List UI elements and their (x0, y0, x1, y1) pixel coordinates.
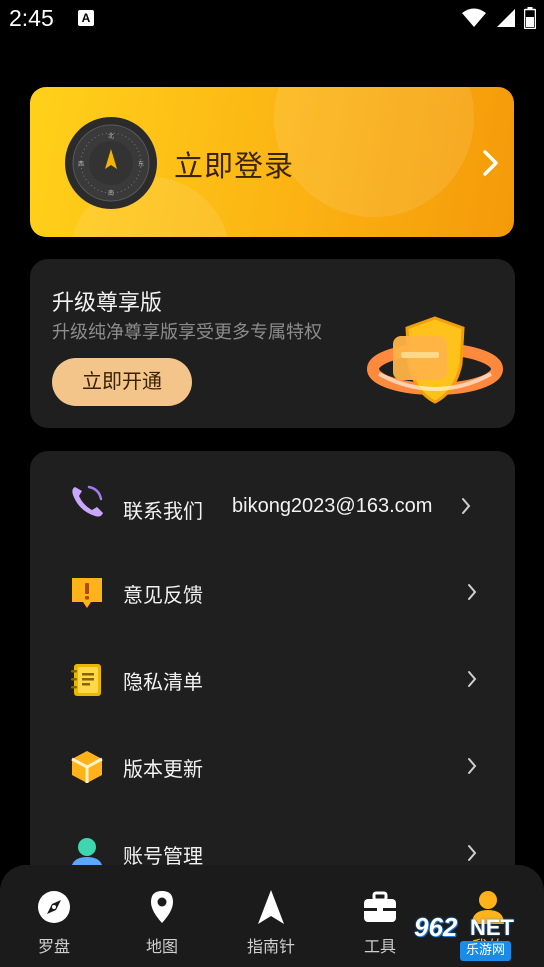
nav-label: 指南针 (246, 937, 295, 956)
login-title: 立即登录 (174, 149, 295, 183)
box-icon (71, 751, 103, 783)
watermark-logo: 962 NET 乐游网 (404, 910, 540, 964)
chevron-right-icon (468, 671, 477, 687)
battery-icon (524, 7, 536, 29)
toolbox-icon (364, 891, 396, 922)
contact-email: bikong2023@163.com (232, 495, 433, 517)
svg-text:东: 东 (138, 160, 144, 168)
menu-label: 隐私清单 (123, 670, 203, 694)
menu-label: 意见反馈 (123, 583, 203, 607)
watermark-brand: 962 (414, 912, 458, 942)
status-bar: 2:45 A ! (0, 0, 544, 38)
settings-menu: 联系我们 bikong2023@163.com 意见反馈 隐私清单 版本更新 账… (30, 451, 515, 881)
chevron-right-icon (468, 584, 477, 600)
notebook-icon (71, 664, 101, 696)
chevron-right-icon (462, 498, 471, 514)
feedback-icon (72, 578, 102, 608)
vip-shield-icon (367, 316, 503, 404)
menu-label: 版本更新 (123, 757, 203, 781)
nav-tab-compass[interactable]: 罗盘 (0, 865, 108, 967)
nav-label: 罗盘 (37, 937, 70, 956)
signal-icon: ! (497, 9, 515, 27)
login-card[interactable]: 北 南 西 东 立即登录 (30, 87, 514, 237)
menu-label: 联系我们 (123, 499, 203, 523)
wifi-icon (462, 8, 486, 27)
menu-item-feedback[interactable]: 意见反馈 (30, 543, 515, 629)
chevron-right-icon (483, 150, 498, 176)
svg-text:南: 南 (108, 189, 114, 197)
status-icons: ! (462, 7, 536, 29)
premium-subtitle: 升级纯净尊享版享受更多专属特权 (52, 322, 322, 343)
svg-text:北: 北 (108, 132, 114, 140)
svg-text:!: ! (501, 12, 504, 22)
nav-label: 地图 (145, 937, 178, 956)
menu-item-privacy[interactable]: 隐私清单 (30, 630, 515, 716)
navigation-arrow-icon (258, 890, 284, 924)
nav-tab-pointer[interactable]: 指南针 (217, 865, 325, 967)
chevron-right-icon (468, 758, 477, 774)
premium-title: 升级尊享版 (52, 291, 163, 316)
chevron-right-icon (468, 845, 477, 861)
premium-card: 升级尊享版 升级纯净尊享版享受更多专属特权 立即开通 (30, 259, 515, 428)
open-premium-button[interactable]: 立即开通 (52, 358, 192, 406)
menu-item-update[interactable]: 版本更新 (30, 717, 515, 803)
phone-icon (72, 485, 103, 517)
compass-avatar-icon: 北 南 西 东 (65, 117, 157, 209)
notification-icon: A (78, 10, 94, 26)
decor-circle (274, 87, 474, 217)
watermark-sub: 乐游网 (460, 941, 512, 961)
status-time: 2:45 (9, 5, 54, 31)
svg-text:西: 西 (78, 161, 84, 168)
nav-tab-map[interactable]: 地图 (108, 865, 216, 967)
menu-item-contact[interactable]: 联系我们 bikong2023@163.com (30, 457, 515, 543)
compass-icon (38, 891, 70, 923)
watermark-suffix: NET (470, 915, 514, 940)
map-pin-icon (151, 891, 173, 923)
